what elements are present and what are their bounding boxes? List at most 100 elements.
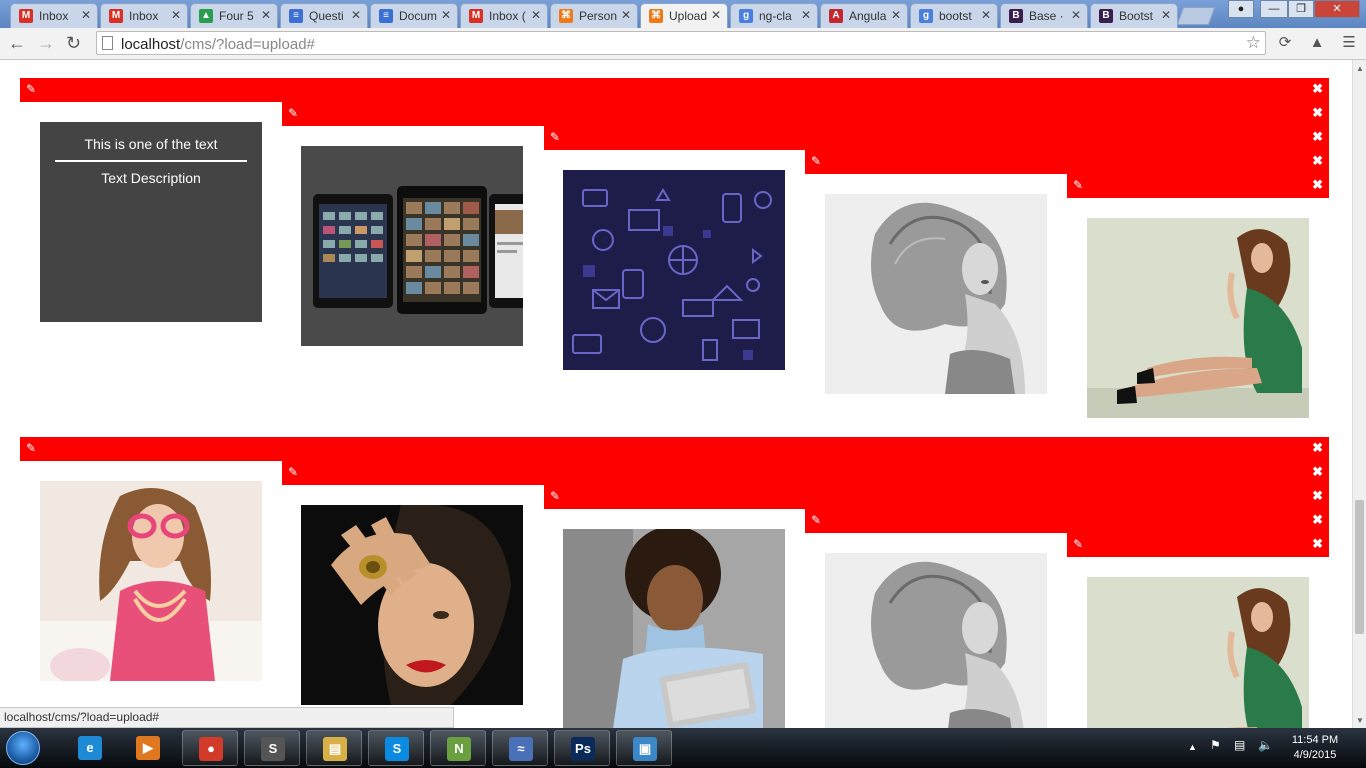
text-card[interactable]: This is one of the text Text Description [40, 122, 262, 322]
close-tab-icon[interactable]: ✕ [1071, 8, 1081, 22]
media-player-taskbar-button[interactable]: ▶ [120, 730, 176, 766]
tab-12[interactable]: B Base · ✕ [1000, 3, 1088, 28]
tab-5[interactable]: ≡ Docum ✕ [370, 3, 458, 28]
status-bubble: localhost/cms/?load=upload# [0, 707, 454, 728]
close-tab-icon[interactable]: ✕ [171, 8, 181, 22]
tab-3[interactable]: ▲ Four 5 ✕ [190, 3, 278, 28]
edit-icon[interactable]: ✎ [26, 83, 38, 95]
minimize-button[interactable]: — [1260, 0, 1288, 18]
close-icon[interactable]: ✖ [1312, 513, 1323, 527]
close-icon[interactable]: ✖ [1312, 130, 1323, 144]
close-icon[interactable]: ✖ [1312, 106, 1323, 120]
network-icon[interactable]: ▤ [1234, 738, 1245, 752]
close-icon[interactable]: ✖ [1312, 82, 1323, 96]
new-tab-button[interactable] [1176, 7, 1216, 25]
sublime-text-taskbar-button[interactable]: S [244, 730, 300, 766]
url-text[interactable]: localhost/cms/?load=upload# [121, 36, 315, 53]
tab-9[interactable]: g ng-cla ✕ [730, 3, 818, 28]
close-tab-icon[interactable]: ✕ [801, 8, 811, 22]
edit-icon[interactable]: ✎ [288, 466, 300, 478]
close-tab-icon[interactable]: ✕ [531, 8, 541, 22]
edit-icon[interactable]: ✎ [811, 514, 823, 526]
close-window-button[interactable]: ✕ [1314, 0, 1360, 18]
chrome-icon: ● [199, 737, 223, 761]
dolphin-taskbar-button[interactable]: ≈ [492, 730, 548, 766]
close-tab-icon[interactable]: ✕ [351, 8, 361, 22]
edit-icon[interactable]: ✎ [811, 155, 823, 167]
tab-8[interactable]: ⌘ Upload ✕ [640, 3, 728, 29]
close-icon[interactable]: ✖ [1312, 465, 1323, 479]
woman-hand-rings-image[interactable] [301, 505, 523, 705]
woman-tablet-image[interactable] [563, 529, 785, 728]
close-tab-icon[interactable]: ✕ [621, 8, 631, 22]
skype-icon: S [385, 737, 409, 761]
tab-4[interactable]: ≡ Questi ✕ [280, 3, 368, 28]
close-tab-icon[interactable]: ✕ [891, 8, 901, 22]
close-tab-icon[interactable]: ✕ [81, 8, 91, 22]
image-viewer-taskbar-button[interactable]: ▣ [616, 730, 672, 766]
tablets-image[interactable] [301, 146, 523, 346]
google-icon: g [919, 9, 933, 23]
close-tab-icon[interactable]: ✕ [441, 8, 451, 22]
system-clock[interactable]: 11:54 PM 4/9/2015 [1280, 733, 1350, 763]
start-button[interactable] [6, 731, 40, 765]
action-center-icon[interactable]: ⚑ [1210, 738, 1221, 752]
scroll-up-icon[interactable]: ▲ [1356, 64, 1364, 73]
edit-icon[interactable]: ✎ [288, 107, 300, 119]
notepad-plus-icon: N [447, 737, 471, 761]
edit-icon[interactable]: ✎ [1073, 179, 1085, 191]
user-icon[interactable]: ● [1228, 0, 1254, 18]
close-icon[interactable]: ✖ [1312, 537, 1323, 551]
close-tab-icon[interactable]: ✕ [1161, 8, 1171, 22]
docs-icon: ≡ [289, 9, 303, 23]
back-icon[interactable]: ← [8, 33, 26, 54]
forward-icon[interactable]: → [37, 33, 55, 54]
scroll-down-icon[interactable]: ▼ [1356, 716, 1364, 725]
close-icon[interactable]: ✖ [1312, 178, 1323, 192]
menu-icon[interactable]: ☰ [1340, 34, 1358, 52]
chrome-taskbar-button[interactable]: ● [182, 730, 238, 766]
tab-13[interactable]: B Bootst ✕ [1090, 3, 1178, 28]
close-tab-icon[interactable]: ✕ [261, 8, 271, 22]
sync-extension-icon[interactable]: ⟳ [1276, 34, 1294, 52]
edit-icon[interactable]: ✎ [550, 490, 562, 502]
woman-green-dress-image[interactable] [1087, 577, 1309, 728]
photoshop-taskbar-button[interactable]: Ps [554, 730, 610, 766]
edit-icon[interactable]: ✎ [26, 442, 38, 454]
close-icon[interactable]: ✖ [1312, 154, 1323, 168]
close-tab-icon[interactable]: ✕ [981, 8, 991, 22]
row1-item2-bar: ✎ ✖ [282, 102, 1329, 126]
windows-taskbar: e ▶ ● S ▤ S N ≈ Ps ▣ ▲ ⚑ ▤ 🔈 11:54 PM 4/9/2015 [0, 728, 1366, 768]
edit-icon[interactable]: ✎ [550, 131, 562, 143]
close-icon[interactable]: ✖ [1312, 441, 1323, 455]
girl-pink-glasses-image[interactable] [40, 481, 262, 681]
tab-6[interactable]: M Inbox (✕ [460, 3, 548, 28]
icon-pattern-image[interactable] [563, 170, 785, 370]
vertical-scrollbar[interactable]: ▲ ▼ [1352, 60, 1366, 728]
woman-bw-image[interactable] [825, 553, 1047, 728]
maximize-button[interactable]: ❐ [1288, 0, 1314, 18]
internet-explorer-taskbar-button[interactable]: e [62, 730, 118, 766]
row1-item4-bar: ✎ ✖ [805, 150, 1329, 174]
tab-10[interactable]: A Angula ✕ [820, 3, 908, 28]
skype-taskbar-button[interactable]: S [368, 730, 424, 766]
angular-extension-icon[interactable]: ▲ [1308, 34, 1326, 52]
scrollbar-thumb[interactable] [1355, 500, 1364, 634]
woman-bw-image[interactable] [825, 194, 1047, 394]
volume-icon[interactable]: 🔈 [1258, 738, 1273, 752]
file-explorer-taskbar-button[interactable]: ▤ [306, 730, 362, 766]
notepad-plus-taskbar-button[interactable]: N [430, 730, 486, 766]
tab-7[interactable]: ⌘ Person ✕ [550, 3, 638, 28]
tab-1[interactable]: M Inbox ✕ [10, 3, 98, 28]
bookmark-star-icon[interactable]: ☆ [1246, 33, 1261, 53]
tab-11[interactable]: g bootst ✕ [910, 3, 998, 28]
tab-2[interactable]: M Inbox ✕ [100, 3, 188, 28]
close-icon[interactable]: ✖ [1312, 489, 1323, 503]
woman-green-dress-image[interactable] [1087, 218, 1309, 418]
show-hidden-icons-icon[interactable]: ▲ [1188, 742, 1197, 752]
tab-label: Upload [669, 9, 707, 23]
edit-icon[interactable]: ✎ [1073, 538, 1085, 550]
reload-icon[interactable]: ↻ [66, 33, 81, 54]
close-tab-icon[interactable]: ✕ [711, 8, 721, 22]
address-bar[interactable]: localhost/cms/?load=upload# ☆ [96, 31, 1266, 55]
